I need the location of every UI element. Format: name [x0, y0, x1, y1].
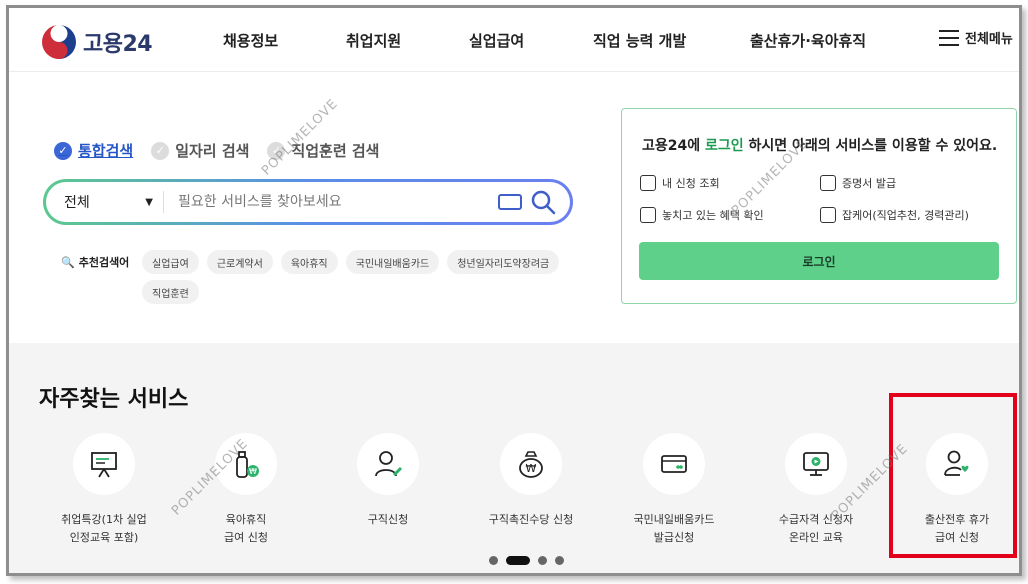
service-my-applications[interactable]: 내 신청 조회: [640, 175, 720, 191]
service-learning-card[interactable]: 국민내일배움카드 발급신청: [609, 433, 739, 547]
service-label: 육아휴직 급여 신청: [224, 513, 268, 544]
service-job-lecture[interactable]: 취업특강(1차 실업 인정교육 포함): [39, 433, 169, 547]
carousel-pagination: [489, 556, 564, 565]
checklist-icon: [640, 207, 656, 223]
caret-down-icon: ▼: [145, 196, 153, 208]
login-button[interactable]: 로그인: [639, 242, 999, 280]
service-icon-circle: [357, 433, 419, 495]
service-icon-circle: ₩: [500, 433, 562, 495]
service-label: 증명서 발급: [842, 177, 897, 190]
all-menu-button[interactable]: 전체메뉴: [939, 28, 1013, 47]
service-benefits-check[interactable]: 놓치고 있는 혜택 확인: [640, 207, 764, 223]
document-icon: [820, 175, 836, 191]
card-icon: [661, 455, 687, 473]
select-value: 전체: [64, 195, 90, 211]
keyword-chip[interactable]: 국민내일배움카드: [345, 250, 440, 274]
service-label: 잡케어(직업추천, 경력관리): [842, 209, 969, 222]
presentation-board-icon: [91, 452, 117, 478]
carousel-dot[interactable]: [538, 556, 547, 565]
service-certificate[interactable]: 증명서 발급: [820, 175, 896, 191]
keyword-chip[interactable]: 육아휴직: [280, 250, 338, 274]
nav-unemployment-benefit[interactable]: 실업급여: [469, 30, 524, 51]
recommended-label-text: 추천검색어: [78, 256, 130, 269]
svg-text:₩: ₩: [249, 467, 257, 476]
search-icon[interactable]: [530, 189, 556, 215]
nav-employment-support[interactable]: 취업지원: [346, 30, 401, 51]
highlight-box: [889, 393, 1017, 558]
login-message: 고용24에 로그인 하시면 아래의 서비스를 이용할 수 있어요.: [642, 135, 997, 155]
tab-training-search[interactable]: ✓ 직업훈련 검색: [267, 140, 379, 161]
baby-bottle-icon: ₩: [236, 451, 259, 478]
service-label: 구직신청: [367, 513, 409, 526]
nav-vocational-training[interactable]: 직업 능력 개발: [593, 30, 686, 51]
tab-integrated-search[interactable]: ✓ 통합검색: [54, 140, 133, 161]
list-icon: [640, 175, 656, 191]
career-icon: [820, 207, 836, 223]
service-icon-circle: [73, 433, 135, 495]
tab-label: 직업훈련 검색: [291, 142, 380, 160]
tab-label: 일자리 검색: [175, 142, 250, 160]
service-jobcare[interactable]: 잡케어(직업추천, 경력관리): [820, 207, 969, 223]
keyword-chip[interactable]: 직업훈련: [142, 280, 199, 304]
carousel-dot[interactable]: [555, 556, 564, 565]
search-bar: 전체 ▼: [43, 179, 573, 225]
watermark: POPLIMELOVE: [259, 96, 342, 179]
hamburger-icon: [939, 29, 959, 46]
service-icon-circle: [785, 433, 847, 495]
tab-label: 통합검색: [78, 142, 134, 160]
nav-parental-leave[interactable]: 출산휴가·육아휴직: [750, 30, 866, 51]
login-msg-highlight: 로그인: [705, 138, 744, 154]
section-title: 자주찾는 서비스: [39, 387, 189, 412]
taegeuk-logo-icon: [42, 25, 76, 59]
service-job-application[interactable]: 구직신청: [323, 433, 453, 529]
browser-frame: 고용24 채용정보 취업지원 실업급여 직업 능력 개발 출산휴가·육아휴직 전…: [6, 5, 1022, 576]
service-job-promotion-allowance[interactable]: ₩ 구직촉진수당 신청: [466, 433, 596, 529]
service-label: 수급자격 신청자 온라인 교육: [778, 513, 854, 544]
check-icon: ✓: [54, 141, 72, 160]
keyword-chip[interactable]: 청년일자리도약장려금: [447, 250, 560, 274]
keyword-chip[interactable]: 실업급여: [142, 250, 199, 274]
keyword-chip[interactable]: 근로계약서: [206, 250, 273, 274]
nav-job-info[interactable]: 채용정보: [223, 30, 278, 51]
money-bag-icon: ₩: [519, 451, 543, 478]
search-input[interactable]: [164, 194, 498, 210]
login-msg-pre: 고용24에: [642, 138, 705, 154]
person-pen-icon: [375, 451, 403, 477]
site-header: 고용24 채용정보 취업지원 실업급여 직업 능력 개발 출산휴가·육아휴직 전…: [9, 8, 1019, 72]
all-menu-label: 전체메뉴: [965, 32, 1013, 47]
service-label: 놓치고 있는 혜택 확인: [662, 209, 764, 222]
recommended-chips: 실업급여 근로계약서 육아휴직 국민내일배움카드 청년일자리도약장려금 직업훈련: [142, 250, 562, 304]
service-icon-circle: ₩: [215, 433, 277, 495]
search-tabs: ✓ 통합검색 ✓ 일자리 검색 ✓ 직업훈련 검색: [54, 140, 379, 161]
logo-text: 고용24: [83, 32, 153, 57]
tab-job-search[interactable]: ✓ 일자리 검색: [151, 140, 249, 161]
check-icon: ✓: [267, 141, 286, 160]
search-category-select[interactable]: 전체 ▼: [46, 191, 164, 213]
monitor-play-icon: [803, 452, 829, 476]
carousel-dot[interactable]: [489, 556, 498, 565]
magnifier-icon: 🔍: [61, 255, 75, 269]
service-label: 내 신청 조회: [662, 177, 720, 190]
login-msg-post: 하시면 아래의 서비스를 이용할 수 있어요.: [743, 138, 998, 154]
site-logo[interactable]: 고용24: [41, 24, 153, 60]
service-icon-circle: [643, 433, 705, 495]
service-label: 구직촉진수당 신청: [488, 513, 574, 526]
service-online-education[interactable]: 수급자격 신청자 온라인 교육: [751, 433, 881, 547]
svg-text:₩: ₩: [526, 462, 537, 475]
check-icon: ✓: [151, 141, 170, 160]
service-label: 국민내일배움카드 발급신청: [633, 513, 715, 544]
virtual-keyboard-icon[interactable]: [498, 194, 522, 210]
service-parental-leave-benefit[interactable]: ₩ 육아휴직 급여 신청: [181, 433, 311, 547]
frequent-services-section: 자주찾는 서비스 취업특강(1차 실업 인정교육 포함) ₩ 육아휴직 급여 신…: [9, 343, 1019, 573]
carousel-dot-active[interactable]: [506, 556, 530, 565]
service-label: 취업특강(1차 실업 인정교육 포함): [61, 513, 147, 544]
recommended-keywords-label: 🔍 추천검색어: [61, 254, 129, 270]
login-card: 고용24에 로그인 하시면 아래의 서비스를 이용할 수 있어요. 내 신청 조…: [621, 108, 1017, 304]
